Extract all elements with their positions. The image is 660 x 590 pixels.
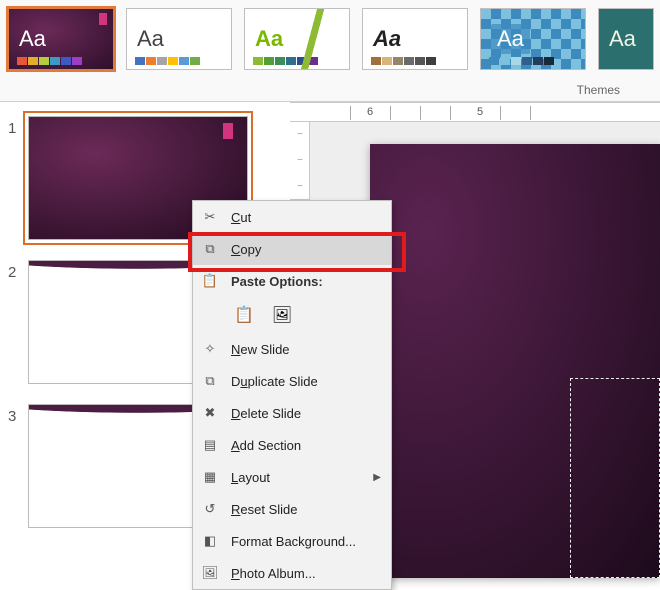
theme-color-bar bbox=[489, 57, 554, 65]
theme-accent-mark bbox=[99, 13, 107, 25]
ruler-label: 6 bbox=[367, 106, 373, 118]
slide-accent-mark bbox=[223, 123, 233, 139]
menu-label: Photo Album... bbox=[231, 566, 316, 581]
menu-copy[interactable]: ⧉ Copy bbox=[193, 233, 391, 265]
menu-paste-options-header: 📋 Paste Options: bbox=[193, 265, 391, 297]
theme-color-bar bbox=[135, 57, 200, 65]
paste-options-row: 📋 🖼 bbox=[193, 297, 391, 333]
menu-photo-album[interactable]: 🖼 Photo Album... bbox=[193, 557, 391, 589]
picture-icon: 🖼 bbox=[272, 305, 292, 325]
minus-icon: − bbox=[297, 181, 303, 192]
menu-label: Cut bbox=[231, 210, 251, 225]
photo-album-icon: 🖼 bbox=[201, 565, 219, 581]
menu-layout[interactable]: ▦ Layout ▶ bbox=[193, 461, 391, 493]
slide-number: 3 bbox=[8, 408, 16, 425]
themes-section-label: Themes bbox=[577, 83, 620, 97]
theme-sample: Aa bbox=[491, 24, 530, 54]
format-bg-icon: ◧ bbox=[201, 533, 219, 549]
menu-delete-slide[interactable]: ✖ Delete Slide bbox=[193, 397, 391, 429]
context-menu: ✂ Cut ⧉ Copy 📋 Paste Options: 📋 🖼 ✧ New … bbox=[192, 200, 392, 590]
ruler-label: 5 bbox=[477, 106, 483, 118]
reset-icon: ↺ bbox=[201, 501, 219, 517]
menu-label: Reset Slide bbox=[231, 502, 297, 517]
menu-label: Layout bbox=[231, 470, 270, 485]
new-slide-icon: ✧ bbox=[201, 341, 219, 357]
copy-icon: ⧉ bbox=[201, 241, 219, 257]
minus-icon: − bbox=[297, 155, 303, 166]
paste-as-picture[interactable]: 🖼 bbox=[269, 302, 295, 328]
theme-sample: Aa bbox=[373, 26, 401, 52]
theme-sample: Aa bbox=[137, 26, 164, 52]
scissors-icon: ✂ bbox=[201, 209, 219, 225]
themes-gallery: Aa Aa Aa Aa Aa bbox=[8, 8, 660, 80]
minus-icon: − bbox=[297, 129, 303, 140]
paste-use-destination-theme[interactable]: 📋 bbox=[231, 302, 257, 328]
menu-label: Delete Slide bbox=[231, 406, 301, 421]
menu-duplicate-slide[interactable]: ⧉ Duplicate Slide bbox=[193, 365, 391, 397]
content-placeholder[interactable] bbox=[570, 378, 660, 578]
theme-swatch-gallery[interactable]: Aa bbox=[362, 8, 468, 70]
section-icon: ▤ bbox=[201, 437, 219, 453]
theme-swatch-office[interactable]: Aa bbox=[126, 8, 232, 70]
menu-label: Add Section bbox=[231, 438, 301, 453]
menu-format-background[interactable]: ◧ Format Background... bbox=[193, 525, 391, 557]
outline-collapse-control[interactable]: − − − bbox=[290, 122, 310, 200]
menu-add-section[interactable]: ▤ Add Section bbox=[193, 429, 391, 461]
theme-sample: Aa bbox=[255, 26, 283, 52]
menu-label: New Slide bbox=[231, 342, 290, 357]
menu-label: Duplicate Slide bbox=[231, 374, 318, 389]
clipboard-icon: 📋 bbox=[201, 273, 219, 289]
slide-canvas[interactable] bbox=[370, 144, 660, 578]
layout-icon: ▦ bbox=[201, 469, 219, 485]
menu-label: Copy bbox=[231, 242, 261, 257]
theme-swatch-ion[interactable]: Aa bbox=[8, 8, 114, 70]
clipboard-icon: 📋 bbox=[234, 305, 254, 325]
menu-label: Format Background... bbox=[231, 534, 356, 549]
menu-label: Paste Options: bbox=[231, 274, 323, 289]
theme-sample: Aa bbox=[609, 26, 636, 52]
delete-icon: ✖ bbox=[201, 405, 219, 421]
themes-ribbon: Aa Aa Aa Aa Aa bbox=[0, 0, 660, 102]
theme-color-bar bbox=[253, 57, 318, 65]
duplicate-icon: ⧉ bbox=[201, 373, 219, 389]
menu-new-slide[interactable]: ✧ New Slide bbox=[193, 333, 391, 365]
theme-swatch-integral[interactable]: Aa bbox=[480, 8, 586, 70]
menu-reset-slide[interactable]: ↺ Reset Slide bbox=[193, 493, 391, 525]
chevron-right-icon: ▶ bbox=[373, 472, 381, 483]
theme-color-bar bbox=[17, 57, 82, 65]
theme-sample: Aa bbox=[19, 26, 46, 52]
theme-swatch-facet[interactable]: Aa bbox=[244, 8, 350, 70]
theme-swatch-wisp[interactable]: Aa bbox=[598, 8, 654, 70]
horizontal-ruler[interactable]: 6 5 bbox=[290, 102, 660, 122]
menu-cut[interactable]: ✂ Cut bbox=[193, 201, 391, 233]
theme-color-bar bbox=[371, 57, 436, 65]
slide-number: 1 bbox=[8, 120, 16, 137]
slide-number: 2 bbox=[8, 264, 16, 281]
